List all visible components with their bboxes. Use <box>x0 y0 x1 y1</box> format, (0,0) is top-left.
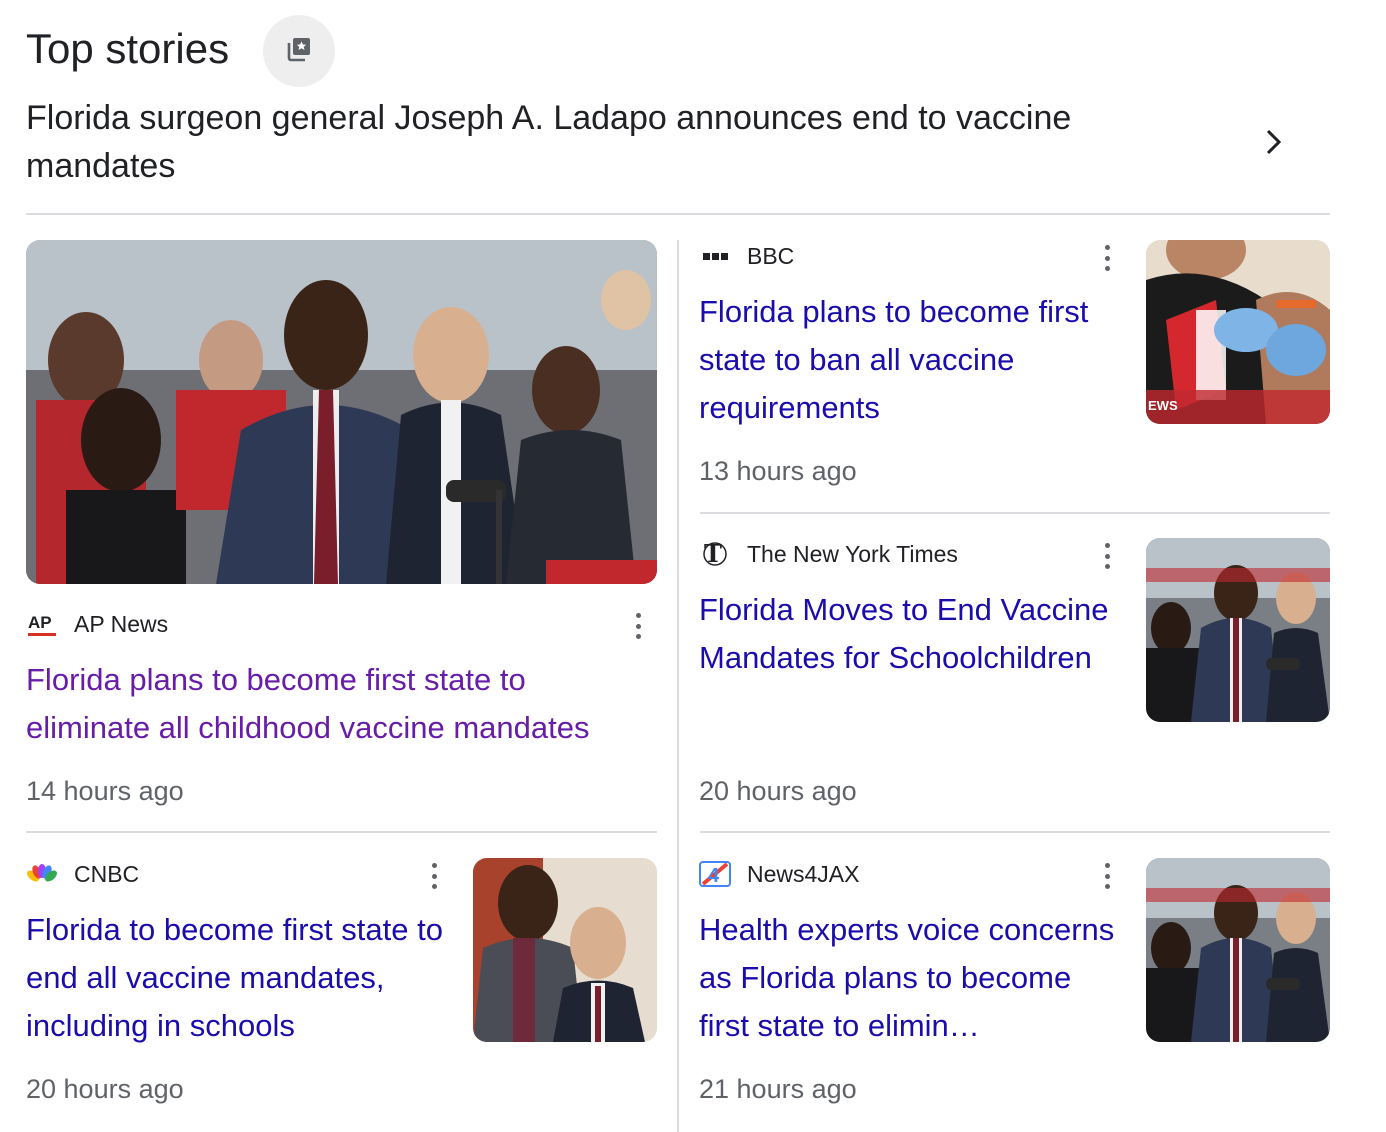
source-name: BBC <box>747 243 795 269</box>
story-title[interactable]: Florida plans to become first state to e… <box>26 656 646 752</box>
svg-text:4: 4 <box>708 865 720 887</box>
more-options-button[interactable] <box>427 861 441 891</box>
svg-text:AP: AP <box>28 613 52 632</box>
story-title[interactable]: Florida to become first state to end all… <box>26 906 456 1050</box>
row-divider-left <box>26 831 657 833</box>
source-name: The New York Times <box>747 541 958 567</box>
cnbc-peacock-logo <box>27 862 57 884</box>
news4jax-logo: 4 <box>699 860 731 888</box>
more-options-button[interactable] <box>1100 243 1114 273</box>
story-title[interactable]: Florida Moves to End Vaccine Mandates fo… <box>699 586 1139 682</box>
column-divider <box>677 240 679 1132</box>
story-time: 20 hours ago <box>699 776 857 806</box>
story-image[interactable]: EWS <box>1146 240 1330 424</box>
row-divider-right-2 <box>700 831 1330 833</box>
story-image[interactable] <box>1146 858 1330 1042</box>
header-divider <box>26 213 1330 215</box>
story-title[interactable]: Florida plans to become first state to b… <box>699 288 1124 432</box>
chevron-right-icon[interactable] <box>1258 124 1290 160</box>
story-time: 13 hours ago <box>699 456 857 486</box>
story-title[interactable]: Health experts voice concerns as Florida… <box>699 906 1124 1050</box>
stories-icon <box>284 34 314 69</box>
story-time: 14 hours ago <box>26 776 184 806</box>
nyt-logo: T <box>702 539 728 568</box>
more-options-button[interactable] <box>631 611 645 641</box>
more-options-button[interactable] <box>1100 541 1114 571</box>
story-image[interactable] <box>26 240 657 584</box>
topic-headline[interactable]: Florida surgeon general Joseph A. Ladapo… <box>26 94 1166 190</box>
source-name: CNBC <box>74 861 140 887</box>
story-time: 20 hours ago <box>26 1074 184 1104</box>
story-image[interactable] <box>1146 538 1330 722</box>
stories-button[interactable] <box>263 15 335 87</box>
story-image[interactable] <box>473 858 657 1042</box>
more-options-button[interactable] <box>1100 861 1114 891</box>
source-name: AP News <box>74 611 169 637</box>
bbc-logo <box>703 250 729 262</box>
source-name: News4JAX <box>747 861 860 887</box>
image-caption: EWS <box>1148 398 1178 413</box>
ap-news-logo: AP <box>27 611 59 641</box>
story-time: 21 hours ago <box>699 1074 857 1104</box>
section-title: Top stories <box>26 25 230 72</box>
row-divider-right-1 <box>700 512 1330 514</box>
